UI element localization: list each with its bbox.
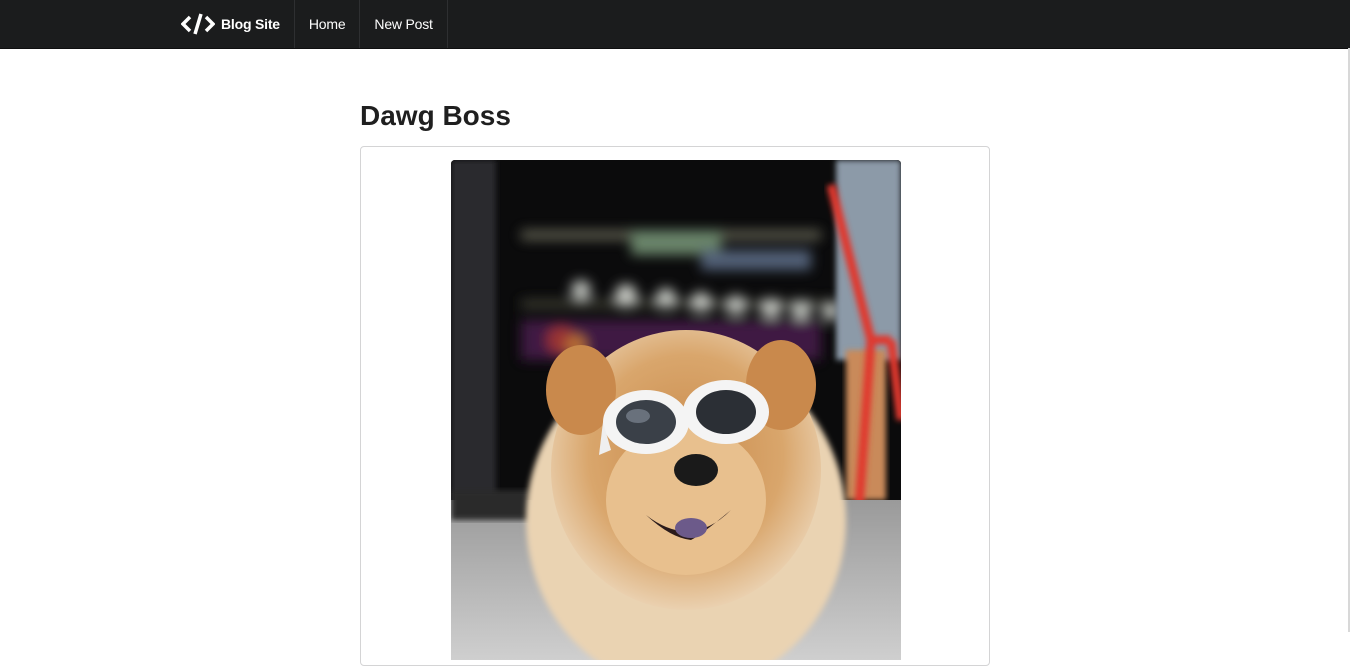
brand-label: Blog Site bbox=[221, 16, 280, 32]
nav-item-home-label: Home bbox=[308, 16, 346, 32]
brand-link[interactable]: Blog Site bbox=[167, 0, 295, 48]
nav-item-new-post-label: New Post bbox=[374, 16, 433, 32]
post-card bbox=[360, 146, 990, 666]
top-navbar: Blog Site Home New Post bbox=[0, 0, 1350, 49]
code-icon bbox=[180, 12, 216, 36]
nav-item-home[interactable]: Home bbox=[295, 0, 361, 48]
nav-menu: Blog Site Home New Post bbox=[167, 0, 448, 48]
post-image bbox=[451, 160, 901, 660]
post-title: Dawg Boss bbox=[360, 100, 511, 131]
nav-item-new-post[interactable]: New Post bbox=[360, 0, 448, 48]
